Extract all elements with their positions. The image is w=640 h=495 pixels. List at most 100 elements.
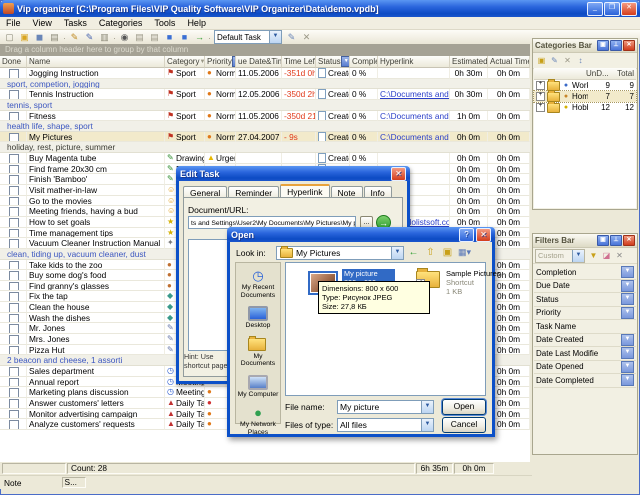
task-checkbox[interactable] <box>9 335 19 345</box>
place-network[interactable]: ●My Network Places <box>236 404 280 436</box>
table-row[interactable]: Jogging Instruction⚑Sport●Normal11.05.20… <box>0 68 530 79</box>
maximize-button[interactable]: ❐ <box>604 2 620 16</box>
cancel-button[interactable]: Cancel <box>442 417 486 433</box>
task-checkbox[interactable] <box>9 420 19 430</box>
task-checkbox[interactable] <box>9 282 19 292</box>
task-checkbox[interactable] <box>9 90 19 100</box>
chevron-down-icon[interactable]: ▼ <box>621 266 634 278</box>
group-row[interactable]: sport, competion, jogging <box>0 79 530 90</box>
new-folder-icon[interactable]: ▣ <box>440 246 455 260</box>
pin-icon[interactable]: ⊥ <box>610 235 622 246</box>
chevron-down-icon[interactable]: ▼ <box>621 280 634 292</box>
task-checkbox[interactable] <box>9 207 19 217</box>
group-by-band[interactable]: Drag a column header here to group by th… <box>0 44 530 56</box>
column-header-priority[interactable]: Priority▼ <box>205 56 236 68</box>
note2-icon[interactable]: ■ <box>177 31 192 44</box>
default-task-combo[interactable]: Default Task▼ <box>214 30 282 44</box>
table-row[interactable]: Buy Magenta tube✎Drawing▲UrgentCreate0 %… <box>0 153 530 164</box>
group-row[interactable]: health life, shape, sport <box>0 121 530 132</box>
task-checkbox[interactable] <box>9 165 19 175</box>
task-checkbox[interactable] <box>9 388 19 398</box>
task-checkbox[interactable] <box>9 410 19 420</box>
print-icon[interactable]: ▤ <box>47 31 62 44</box>
column-header-actual-time[interactable]: Actual Time <box>488 56 530 68</box>
up-folder-icon[interactable]: ⇧ <box>423 246 438 260</box>
task-checkbox[interactable] <box>9 239 19 249</box>
minimize-button[interactable]: _ <box>587 2 603 16</box>
table-row[interactable]: Tennis Instruction⚑Sport●Normal12.05.200… <box>0 89 530 100</box>
menu-view[interactable]: View <box>27 17 58 29</box>
task-checkbox[interactable] <box>9 218 19 228</box>
column-header-complete[interactable]: Complete <box>350 56 378 68</box>
files-of-type-combo[interactable]: All files ▼ <box>337 418 434 432</box>
place-recent[interactable]: ◷My Recent Documents <box>236 267 280 299</box>
task-checkbox[interactable] <box>9 367 19 377</box>
task-checkbox[interactable] <box>9 112 19 122</box>
close-icon[interactable]: ✕ <box>623 235 635 246</box>
chevron-down-icon[interactable]: ▼ <box>621 347 634 359</box>
hyperlink-cell-link[interactable]: C:\Documents and Settings\All <box>380 89 450 99</box>
group-row[interactable]: holiday, rest, picture, summer <box>0 142 530 153</box>
table-row[interactable]: Fitness⚑Sport●Normal11.05.2006-350d 21hC… <box>0 111 530 122</box>
task-checkbox[interactable] <box>9 324 19 334</box>
task-checkbox[interactable] <box>9 133 19 143</box>
chevron-down-icon[interactable]: ▼ <box>621 374 634 386</box>
table-row[interactable]: My Pictures⚑Sport●Normal27.04.2007- 9sCr… <box>0 132 530 143</box>
sample-pictures-label[interactable]: Sample Pictures Shortcut 1 KB <box>446 269 501 296</box>
assign-icon[interactable]: ✎ <box>284 31 299 44</box>
column-header-status[interactable]: Status▼ <box>316 56 350 68</box>
place-computer[interactable]: My Computer <box>236 374 280 399</box>
menu-tools[interactable]: Tools <box>148 17 181 29</box>
delete-filter-icon[interactable]: ✕ <box>613 250 626 262</box>
chevron-down-icon[interactable]: ▼ <box>621 334 634 346</box>
note-value-box[interactable]: S... <box>62 477 86 488</box>
menu-help[interactable]: Help <box>181 17 212 29</box>
category-item-hobby[interactable]: +●Hobby1212 <box>534 102 636 113</box>
save-icon[interactable]: ◼ <box>32 31 47 44</box>
pin-icon[interactable]: ⊥ <box>610 40 622 51</box>
categories-column-undone[interactable]: UnD... <box>584 68 610 79</box>
card-icon[interactable]: ▤ <box>132 31 147 44</box>
filter-item-task-name[interactable]: Task Name <box>534 320 636 334</box>
chevron-down-icon[interactable]: ▼ <box>621 307 634 319</box>
place-documents[interactable]: My Documents <box>236 336 280 368</box>
close-button[interactable]: ✕ <box>621 2 637 16</box>
expand-icon[interactable]: + <box>536 103 545 112</box>
sort-categories-icon[interactable]: ↕ <box>574 55 587 67</box>
chevron-down-icon[interactable]: ▼ <box>621 361 634 373</box>
column-header-done[interactable]: Done <box>0 56 27 68</box>
categories-column-total[interactable]: Total <box>610 68 636 79</box>
close-icon[interactable]: ✕ <box>391 167 406 181</box>
task-checkbox[interactable] <box>9 197 19 207</box>
task-checkbox[interactable] <box>9 261 19 271</box>
edit-category-icon[interactable]: ✎ <box>548 55 561 67</box>
delete-icon[interactable]: ✕ <box>299 31 314 44</box>
look-in-combo[interactable]: My Pictures ▼ <box>276 246 404 260</box>
add-task-icon[interactable]: ✎ <box>67 31 82 44</box>
hyperlink-cell-link[interactable]: C:\Documents and <box>380 132 449 142</box>
filter-item-completion[interactable]: Completion▼ <box>534 266 636 280</box>
view-icon[interactable]: ◉ <box>117 31 132 44</box>
file-name-combo[interactable]: My picture ▼ <box>337 400 434 414</box>
column-header-category[interactable]: Category▼ <box>165 56 205 68</box>
hyperlink-cell-link[interactable]: C:\Documents and Settings\All <box>380 111 450 121</box>
group-row[interactable]: tennis, sport <box>0 100 530 111</box>
task-checkbox[interactable] <box>9 271 19 281</box>
filter-item-date-opened[interactable]: Date Opened▼ <box>534 361 636 375</box>
panel-window-icon[interactable]: ▣ <box>597 40 609 51</box>
filter-item-due-date[interactable]: Due Date▼ <box>534 280 636 294</box>
clear-filter-icon[interactable]: ◪ <box>600 250 613 262</box>
filter-item-date-completed[interactable]: Date Completed▼ <box>534 374 636 388</box>
back-icon[interactable]: ← <box>406 246 421 260</box>
note-icon[interactable]: ■ <box>162 31 177 44</box>
task-checkbox[interactable] <box>9 175 19 185</box>
column-header-time-left[interactable]: Time Left <box>282 56 316 68</box>
apply-filter-icon[interactable]: ▼ <box>587 250 600 262</box>
task-checkbox[interactable] <box>9 346 19 356</box>
add-category-icon[interactable]: ▣ <box>535 55 548 67</box>
column-header-ue-date-tim[interactable]: ue Date&Tim▼ <box>236 56 282 68</box>
task-checkbox[interactable] <box>9 303 19 313</box>
views-menu-icon[interactable]: ▦▾ <box>457 246 472 260</box>
task-checkbox[interactable] <box>9 292 19 302</box>
task-checkbox[interactable] <box>9 154 19 164</box>
